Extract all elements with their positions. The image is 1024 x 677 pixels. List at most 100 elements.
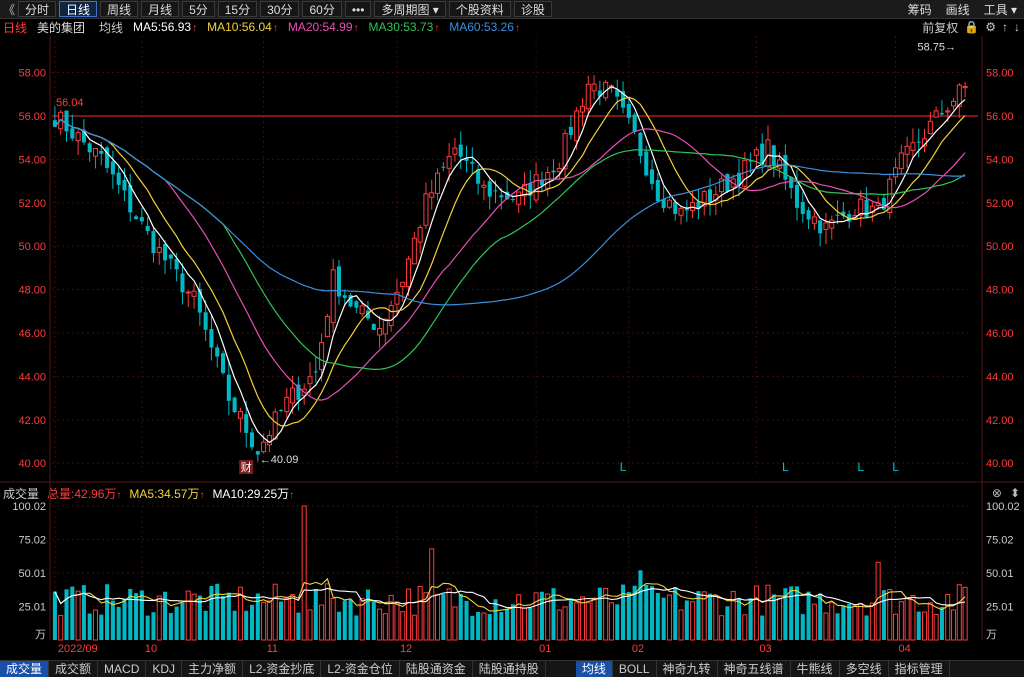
candle-body-139	[858, 198, 864, 216]
candle-body-113	[707, 189, 713, 202]
price-tick-left-3: 52.00	[18, 198, 46, 210]
candle-body-84	[539, 180, 544, 186]
volume-bar-107	[673, 587, 678, 640]
volume-bar-42	[296, 612, 301, 640]
candle-body-47	[324, 315, 330, 338]
volume-bar-117	[730, 590, 736, 641]
x-tick-3: 12	[400, 643, 412, 655]
indicator-tab-4[interactable]: 主力净额	[182, 661, 244, 677]
candle-body-16	[145, 226, 150, 232]
candle-body-123	[765, 139, 771, 167]
volume-bar-23	[185, 590, 191, 641]
ma5-line	[54, 86, 966, 444]
volume-bar-20	[168, 613, 173, 640]
candle-body-72	[470, 161, 475, 164]
volume-bar-101	[638, 570, 643, 640]
volume-bar-54	[365, 589, 370, 640]
candle-body-19	[163, 244, 168, 261]
l-marker-0: L	[620, 460, 627, 474]
volume-bar-118	[736, 597, 742, 640]
volume-bar-29	[220, 595, 226, 640]
indicator-tab-1[interactable]: 成交额	[49, 661, 99, 677]
indicator-tab-6[interactable]: L2-资金仓位	[321, 661, 400, 677]
volume-bar-41	[290, 594, 296, 641]
volume-bar-51	[348, 599, 353, 640]
volume-bar-130	[806, 591, 811, 640]
indicator-tab-13[interactable]: 牛熊线	[791, 661, 840, 677]
volume-bar-156	[956, 584, 962, 641]
volume-bar-75	[487, 613, 492, 640]
price-tick-left-6: 46.00	[18, 328, 46, 340]
indicator-tab-2[interactable]: MACD	[98, 661, 147, 677]
candle-body-57	[382, 318, 388, 335]
indicator-tab-3[interactable]: KDJ	[146, 661, 183, 677]
volume-bar-37	[266, 600, 272, 641]
candle-body-27	[209, 329, 214, 348]
candle-body-67	[441, 166, 446, 168]
volume-bar-125	[777, 597, 783, 641]
indicator-tab-14[interactable]: 多空线	[840, 661, 889, 677]
volume-bar-12	[122, 599, 127, 640]
candle-body-77	[499, 195, 504, 198]
candle-body-40	[284, 396, 290, 413]
volume-bar-16	[145, 615, 150, 640]
volume-bar-131	[811, 603, 817, 641]
volume-bar-144	[887, 588, 893, 641]
volume-bar-123	[765, 584, 771, 641]
volume-bar-128	[794, 586, 800, 640]
volume-bar-47	[324, 583, 330, 641]
candle-body-30	[226, 374, 231, 401]
volume-bar-66	[435, 593, 441, 641]
indicator-tab-10[interactable]: BOLL	[613, 661, 657, 677]
volume-bar-135	[835, 613, 840, 640]
annotations: 58.75→ ←40.09 财 L L L L	[239, 41, 956, 474]
chart-grid	[0, 36, 1024, 640]
vol-tick-right-2: 50.01	[986, 568, 1014, 580]
price-tick-right-1: 56.00	[986, 111, 1014, 123]
candle-body-64	[423, 193, 429, 226]
event-marker-label: 财	[241, 460, 252, 474]
volume-bar-73	[476, 611, 481, 640]
candle-body-56	[377, 327, 383, 336]
volume-bar-124	[771, 594, 776, 640]
volume-bar-22	[180, 602, 185, 640]
volume-bar-28	[215, 583, 220, 640]
candle-body-134	[829, 219, 835, 229]
candle-body-18	[156, 247, 162, 253]
volume-bar-154	[945, 594, 951, 641]
kline-chart[interactable]: 58.00 58.00 56.00 56.00 54.00 54.00 52.00 52.00…	[0, 0, 1024, 660]
volume-bar-96	[608, 602, 614, 641]
candle-body-70	[458, 144, 463, 157]
volume-bar-81	[521, 607, 528, 641]
price-tick-right-9: 40.00	[986, 458, 1014, 470]
volume-bar-18	[156, 595, 162, 641]
candle-body-38	[272, 411, 278, 440]
candle-body-61	[406, 258, 412, 287]
indicator-tab-15[interactable]: 指标管理	[889, 661, 950, 677]
candle-body-45	[313, 371, 318, 373]
price-tick-left-1: 56.00	[18, 111, 46, 123]
indicator-tab-5[interactable]: L2-资金抄底	[243, 661, 322, 677]
vol-tick-left-0: 100.02	[12, 501, 46, 513]
candle-body-83	[533, 174, 539, 201]
candle-body-55	[371, 323, 376, 330]
indicator-tab-0[interactable]: 成交量	[0, 661, 50, 677]
candle-body-74	[481, 184, 487, 188]
indicator-tab-12[interactable]: 神奇五线谱	[718, 661, 791, 677]
candle-body-131	[811, 216, 817, 224]
indicator-tab-11[interactable]: 神奇九转	[657, 661, 718, 677]
volume-bar-77	[499, 612, 504, 640]
volume-bar-150	[921, 611, 928, 641]
candle-body-90	[574, 110, 580, 142]
indicator-tab-7[interactable]: 陆股通资金	[400, 661, 473, 677]
candle-body-132	[818, 220, 823, 234]
vol-tick-left-2: 50.01	[18, 568, 46, 580]
indicator-tab-9[interactable]: 均线	[575, 661, 613, 677]
candle-body-37	[266, 434, 272, 446]
indicator-tab-8[interactable]: 陆股通持股	[473, 661, 546, 677]
price-tick-right-2: 54.00	[986, 154, 1014, 166]
candle-body-152	[933, 110, 939, 118]
x-tick-6: 03	[759, 643, 771, 655]
price-tick-left-2: 54.00	[18, 154, 46, 166]
ma20-line	[54, 118, 966, 401]
